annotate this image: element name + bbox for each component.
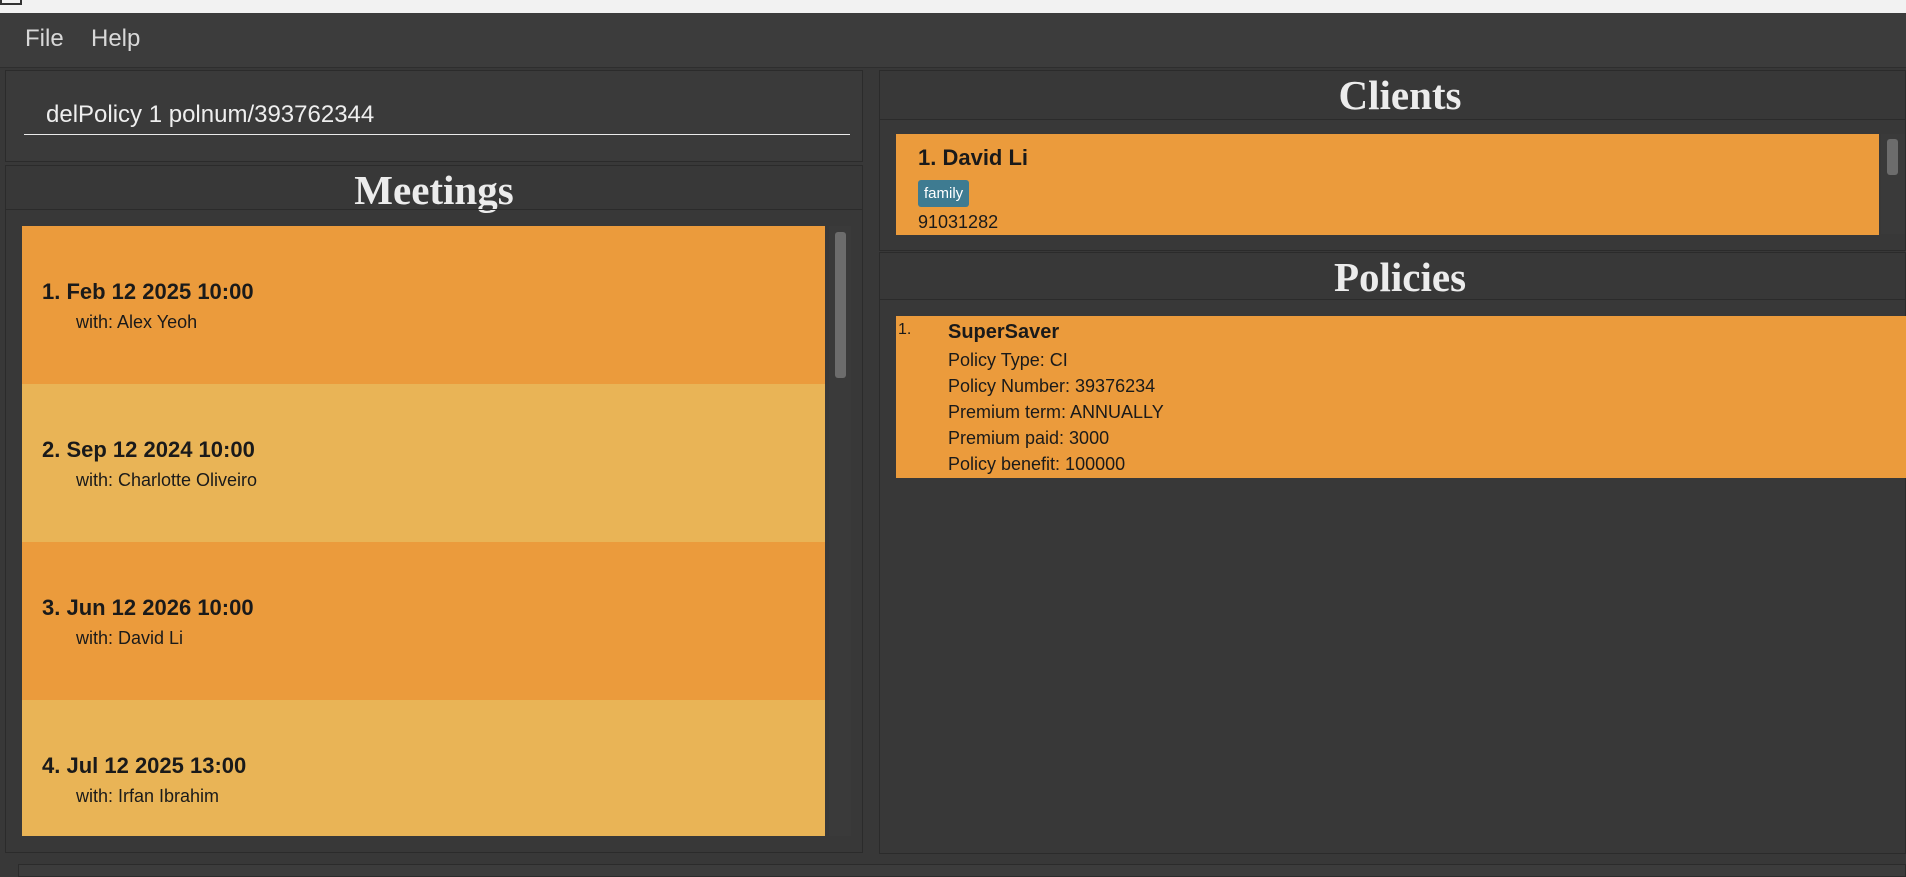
meeting-date: 2. Sep 12 2024 10:00 <box>42 437 255 462</box>
policy-benefit: Policy benefit: 100000 <box>948 454 1126 474</box>
client-name: 1. David Li <box>918 145 1029 170</box>
meeting-date: 4. Jul 12 2025 13:00 <box>42 753 247 778</box>
scroll-thumb[interactable] <box>835 232 846 378</box>
status-bar <box>0 856 1906 877</box>
meeting-with: with: Charlotte Oliveiro <box>76 470 258 490</box>
tag-badge: family <box>918 180 970 207</box>
meeting-date: 3. Jun 12 2026 10:00 <box>42 595 254 620</box>
meeting-card[interactable]: 4. Jul 12 2025 13:00 with: Irfan Ibrahim <box>22 700 825 836</box>
command-box <box>5 70 863 162</box>
client-phone: 91031282 <box>918 212 999 232</box>
clients-scrollbar[interactable] <box>1881 134 1905 234</box>
meetings-list[interactable]: 1. Feb 12 2025 10:00 with: Alex Yeoh 2. … <box>22 226 825 836</box>
meeting-with: with: David Li <box>76 628 184 648</box>
status-bar-field <box>18 864 1906 877</box>
premium-term: Premium term: ANNUALLY <box>948 402 1164 422</box>
policy-card[interactable]: 1. SuperSaver Policy Type: CI Policy Num… <box>896 316 1906 478</box>
divider <box>880 119 1905 120</box>
divider <box>880 299 1905 300</box>
meeting-with: with: Alex Yeoh <box>76 312 198 332</box>
premium-paid: Premium paid: 3000 <box>948 428 1110 448</box>
meetings-scrollbar[interactable] <box>829 226 851 836</box>
meeting-card[interactable]: 1. Feb 12 2025 10:00 with: Alex Yeoh <box>22 226 825 384</box>
policy-type: Policy Type: CI <box>948 350 1068 370</box>
command-input[interactable] <box>24 95 850 135</box>
clients-panel: Clients 1. David Li family 91031282 <box>879 70 1906 251</box>
meeting-card[interactable]: 3. Jun 12 2026 10:00 with: David Li <box>22 542 825 700</box>
clients-title: Clients <box>1338 72 1462 118</box>
policy-number: Policy Number: 39376234 <box>948 376 1156 396</box>
divider <box>6 209 862 210</box>
policy-name: SuperSaver <box>948 321 1060 343</box>
meeting-with: with: Irfan Ibrahim <box>76 786 220 806</box>
policy-index: 1. <box>898 321 912 338</box>
window-title-bar <box>0 0 1906 13</box>
menu-bar: File Help <box>0 13 1906 68</box>
meeting-date: 1. Feb 12 2025 10:00 <box>42 279 254 304</box>
menu-file[interactable]: File <box>25 25 64 53</box>
app-icon <box>0 0 22 5</box>
meeting-card[interactable]: 2. Sep 12 2024 10:00 with: Charlotte Oli… <box>22 384 825 542</box>
menu-help[interactable]: Help <box>91 25 140 53</box>
meetings-panel: Meetings 1. Feb 12 2025 10:00 with: Alex… <box>5 165 863 853</box>
meetings-title: Meetings <box>354 167 514 213</box>
policies-panel: Policies 1. SuperSaver Policy Type: CI P… <box>879 252 1906 854</box>
scroll-thumb[interactable] <box>1887 139 1898 175</box>
client-card[interactable]: 1. David Li family 91031282 <box>896 134 1879 235</box>
policies-title: Policies <box>1333 254 1467 300</box>
